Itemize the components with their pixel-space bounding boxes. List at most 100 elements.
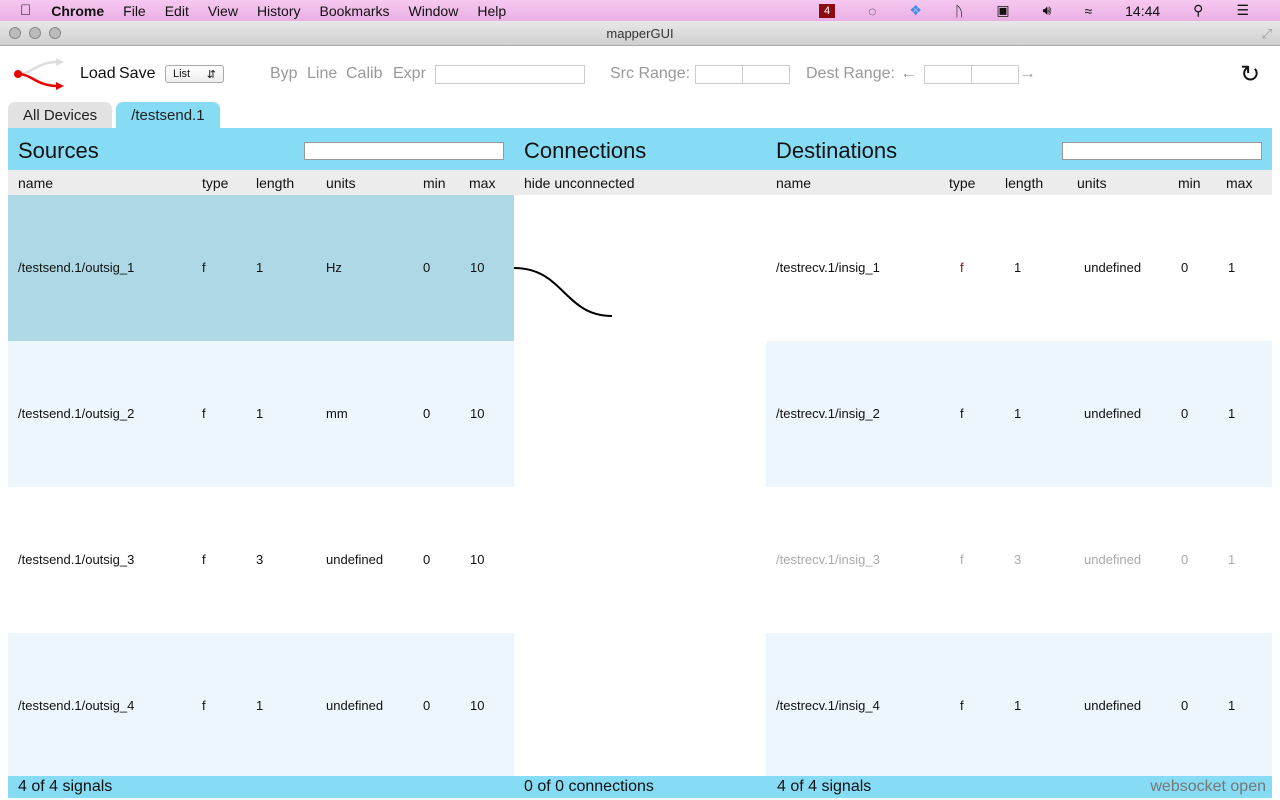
cell-length: 3 [256, 552, 264, 567]
mapper-logo-icon [14, 58, 64, 90]
expression-input[interactable] [435, 65, 585, 84]
src-range-label: Src Range: [610, 65, 691, 82]
notification-badge[interactable]: 4 [818, 3, 836, 18]
dst-col-max[interactable]: max [1226, 175, 1252, 191]
sources-row[interactable]: /testsend.1/outsig_1 f 1 Hz 0 10 [8, 195, 514, 341]
cell-length: 1 [1014, 406, 1022, 421]
dropbox-icon[interactable]: ❖ [909, 2, 922, 19]
cell-max: 1 [1228, 698, 1236, 713]
cell-name: /testsend.1/outsig_2 [18, 406, 135, 421]
src-col-units[interactable]: units [326, 175, 356, 191]
dst-col-min[interactable]: min [1178, 175, 1201, 191]
menu-help[interactable]: Help [477, 3, 506, 19]
menu-app[interactable]: Chrome [51, 3, 104, 19]
fullscreen-icon[interactable]: ⤢ [1262, 21, 1272, 46]
cell-units: undefined [1084, 552, 1142, 567]
destinations-row[interactable]: /testrecv.1/insig_2 f 1 undefined 0 1 [766, 341, 1272, 487]
dest-range-min-input[interactable] [924, 65, 972, 84]
cell-min: 0 [1181, 552, 1189, 567]
cell-name: /testsend.1/outsig_4 [18, 698, 135, 713]
cell-units: undefined [1084, 406, 1142, 421]
connections-canvas[interactable] [514, 195, 766, 775]
cell-length: 1 [256, 406, 264, 421]
apple-icon[interactable]:  [20, 2, 31, 19]
cell-name: /testrecv.1/insig_4 [776, 698, 880, 713]
connection-line[interactable] [514, 267, 613, 317]
spotlight-icon[interactable]: ⚲ [1193, 2, 1203, 19]
sources-row[interactable]: /testsend.1/outsig_3 f 3 undefined 0 10 [8, 487, 514, 633]
hide-unconnected-toggle[interactable]: hide unconnected [524, 175, 635, 191]
menubar:  Chrome File Edit View History Bookmark… [0, 0, 1280, 21]
bluetooth-icon[interactable]: ᚢ [955, 3, 963, 19]
cell-max: 10 [470, 552, 485, 567]
src-col-type[interactable]: type [202, 175, 228, 191]
cell-type: f [202, 698, 206, 713]
cell-units: undefined [326, 552, 384, 567]
src-range-min-input[interactable] [695, 65, 743, 84]
destinations-search-input[interactable] [1062, 142, 1262, 160]
timemachine-icon[interactable]: ◌ [868, 3, 876, 19]
cell-name: /testsend.1/outsig_3 [18, 552, 135, 567]
menu-window[interactable]: Window [409, 3, 459, 19]
menu-history[interactable]: History [257, 3, 301, 19]
src-col-name[interactable]: name [18, 175, 53, 191]
calibrate-mode-button[interactable]: Calib [346, 65, 382, 83]
cell-units: mm [326, 406, 348, 421]
tab-testsend[interactable]: /testsend.1 [116, 102, 220, 128]
bypass-mode-button[interactable]: Byp [270, 65, 298, 83]
battery-monitor-icon[interactable]: ▣ [996, 2, 1009, 19]
menu-edit[interactable]: Edit [165, 3, 189, 19]
destinations-row[interactable]: /testrecv.1/insig_3 f 3 undefined 0 1 [766, 487, 1272, 633]
refresh-icon[interactable]: ↻ [1240, 60, 1260, 89]
cell-length: 3 [1014, 552, 1022, 567]
src-range-max-input[interactable] [742, 65, 790, 84]
window-titlebar: mapperGUI ⤢ [0, 21, 1280, 46]
select-arrows-icon: ⇵ [206, 69, 216, 81]
notification-center-icon[interactable]: ☰ [1236, 2, 1249, 19]
volume-icon[interactable]: 🔊︎ [1043, 2, 1052, 19]
wifi-icon[interactable]: ≈ [1084, 3, 1092, 19]
websocket-status: websocket open [1150, 778, 1266, 795]
dst-col-type[interactable]: type [949, 175, 975, 191]
cell-units: undefined [326, 698, 384, 713]
load-button[interactable]: Load [80, 65, 116, 83]
menu-file[interactable]: File [123, 3, 146, 19]
cell-min: 0 [1181, 698, 1189, 713]
destinations-row[interactable]: /testrecv.1/insig_1 f 1 undefined 0 1 [766, 195, 1272, 341]
view-select[interactable]: List ⇵ [165, 65, 224, 83]
clock[interactable]: 14:44 [1125, 3, 1160, 19]
cell-length: 1 [1014, 698, 1022, 713]
cell-length: 1 [256, 260, 264, 275]
zoom-button[interactable] [49, 27, 61, 39]
expression-mode-button[interactable]: Expr [393, 65, 426, 83]
sources-search-input[interactable] [304, 142, 504, 160]
dst-col-units[interactable]: units [1077, 175, 1107, 191]
sources-row[interactable]: /testsend.1/outsig_4 f 1 undefined 0 10 [8, 633, 514, 779]
cell-name: /testrecv.1/insig_3 [776, 552, 880, 567]
menu-view[interactable]: View [208, 3, 238, 19]
footer: 4 of 4 signals 0 of 0 connections 4 of 4… [8, 776, 1272, 798]
cell-name: /testsend.1/outsig_1 [18, 260, 135, 275]
tab-all-devices[interactable]: All Devices [8, 102, 113, 128]
view-select-value: List [173, 68, 191, 80]
src-col-max[interactable]: max [469, 175, 495, 191]
menu-bookmarks[interactable]: Bookmarks [320, 3, 390, 19]
linear-mode-button[interactable]: Line [307, 65, 337, 83]
minimize-button[interactable] [29, 27, 41, 39]
dst-col-length[interactable]: length [1005, 175, 1043, 191]
dest-range-max-input[interactable] [971, 65, 1019, 84]
sources-row[interactable]: /testsend.1/outsig_2 f 1 mm 0 10 [8, 341, 514, 487]
dest-range-label: Dest Range: [806, 65, 895, 82]
boundary-min-arrow-icon[interactable]: 🠀 [903, 65, 914, 89]
boundary-max-arrow-icon[interactable]: 🠂 [1022, 65, 1033, 89]
cell-length: 1 [1014, 260, 1022, 275]
destinations-row[interactable]: /testrecv.1/insig_4 f 1 undefined 0 1 [766, 633, 1272, 779]
src-col-length[interactable]: length [256, 175, 294, 191]
dst-col-name[interactable]: name [776, 175, 811, 191]
save-button[interactable]: Save [119, 65, 155, 83]
sources-count: 4 of 4 signals [18, 778, 113, 795]
cell-min: 0 [1181, 260, 1189, 275]
src-col-min[interactable]: min [423, 175, 446, 191]
close-button[interactable] [9, 27, 21, 39]
sources-title: Sources [18, 138, 99, 163]
